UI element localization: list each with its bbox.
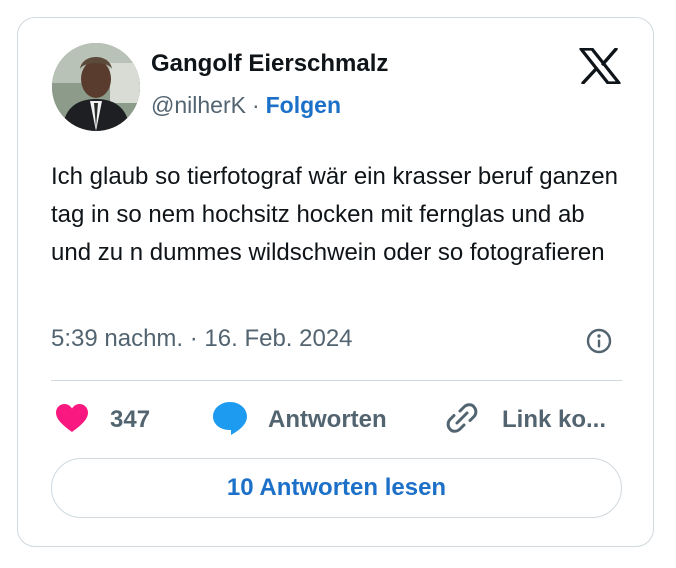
divider bbox=[51, 380, 622, 381]
read-replies-button[interactable]: 10 Antworten lesen bbox=[51, 458, 622, 518]
heart-icon bbox=[55, 403, 89, 438]
x-logo-icon[interactable] bbox=[579, 47, 621, 85]
avatar[interactable] bbox=[52, 43, 140, 131]
author-handle[interactable]: @nilherK bbox=[151, 92, 246, 118]
separator-dot: · bbox=[251, 92, 260, 118]
copy-link-button[interactable]: Link ko... bbox=[444, 400, 606, 440]
follow-button[interactable]: Folgen bbox=[266, 92, 341, 118]
like-count: 347 bbox=[110, 406, 151, 433]
tweet-timestamp[interactable]: 5:39 nachm. · 16. Feb. 2024 bbox=[51, 325, 353, 353]
like-button[interactable]: 347 bbox=[55, 400, 150, 440]
reply-bubble-icon bbox=[212, 400, 248, 441]
link-icon bbox=[444, 400, 480, 441]
author-handle-row: @nilherK · Folgen bbox=[151, 92, 341, 119]
copy-link-label: Link ko... bbox=[502, 406, 607, 433]
reply-button[interactable]: Antworten bbox=[212, 400, 387, 440]
info-icon[interactable] bbox=[585, 327, 613, 355]
author-name[interactable]: Gangolf Eierschmalz bbox=[151, 50, 388, 78]
tweet-text: Ich glaub so tierfotograf wär ein krasse… bbox=[51, 163, 618, 266]
reply-label: Antworten bbox=[268, 406, 387, 433]
